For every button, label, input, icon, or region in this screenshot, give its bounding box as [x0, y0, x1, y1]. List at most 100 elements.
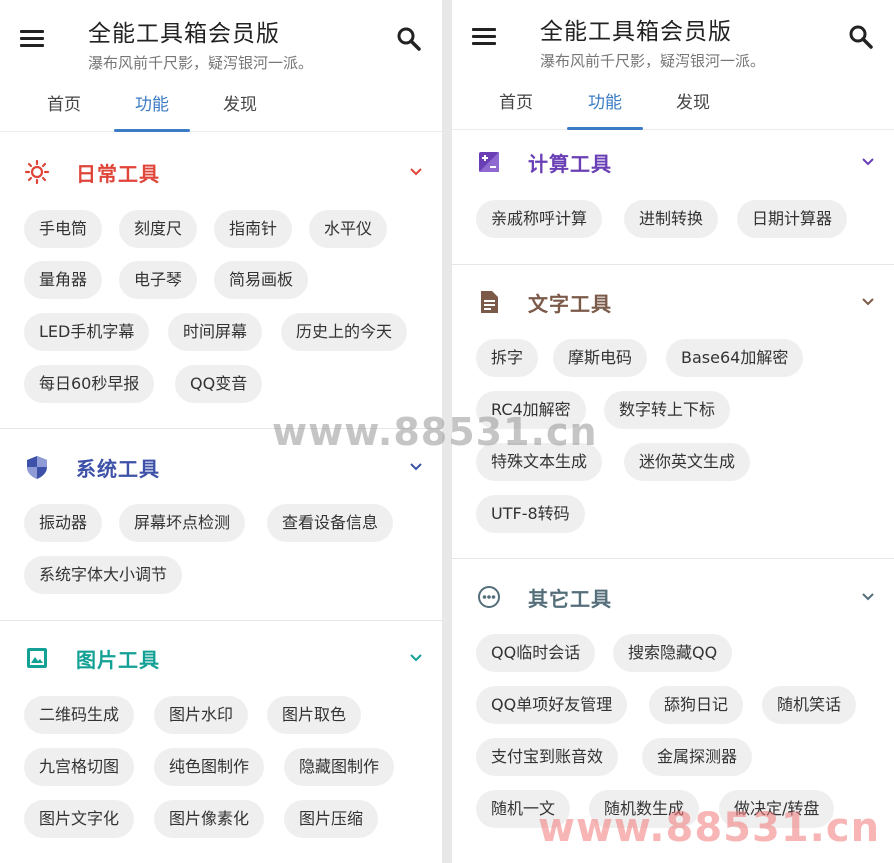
- tool-chip[interactable]: 进制转换: [624, 200, 719, 238]
- tool-chip[interactable]: 系统字体大小调节: [24, 556, 183, 594]
- chevron-down-icon[interactable]: [408, 650, 424, 666]
- tool-chip[interactable]: 舔狗日记: [649, 686, 744, 724]
- tool-chip[interactable]: 九宫格切图: [24, 748, 135, 786]
- chip-group-text-tools: 拆字 摩斯电码 Base64加解密 RC4加解密 数字转上下标 特殊文本生成 迷…: [476, 339, 884, 539]
- chip-group-daily-tools: 手电筒 刻度尺 指南针 水平仪 量角器 电子琴 简易画板 LED手机字幕 时间屏…: [24, 210, 432, 410]
- tool-chip[interactable]: 随机数生成: [589, 790, 700, 828]
- tool-chip[interactable]: 日期计算器: [737, 200, 848, 238]
- more-dots-icon: [476, 584, 502, 610]
- tool-chip[interactable]: QQ单项好友管理: [476, 686, 628, 724]
- tab-home[interactable]: 首页: [24, 82, 104, 132]
- tool-chip[interactable]: LED手机字幕: [24, 313, 150, 351]
- tool-chip[interactable]: 图片水印: [154, 696, 249, 734]
- section-divider: [452, 264, 894, 265]
- section-header-daily-tools[interactable]: 日常工具: [0, 152, 442, 192]
- section-header-system-tools[interactable]: 系统工具: [0, 447, 442, 487]
- shield-icon: [24, 454, 50, 480]
- section-title: 系统工具: [76, 457, 160, 481]
- app-title: 全能工具箱会员版: [88, 21, 280, 47]
- app-bar: 全能工具箱会员版 瀑布风前千尺影，疑泻银河一派。: [0, 0, 442, 80]
- tool-chip[interactable]: Base64加解密: [666, 339, 804, 377]
- tool-chip[interactable]: 时间屏幕: [168, 313, 263, 351]
- tool-chip[interactable]: 电子琴: [119, 261, 198, 299]
- tool-chip[interactable]: 搜索隐藏QQ: [613, 634, 733, 672]
- chevron-down-icon[interactable]: [408, 459, 424, 475]
- hamburger-menu-icon[interactable]: [20, 28, 46, 50]
- tool-chip[interactable]: QQ临时会话: [476, 634, 596, 672]
- section-divider: [0, 620, 442, 621]
- chevron-down-icon[interactable]: [860, 589, 876, 605]
- app-subtitle: 瀑布风前千尺影，疑泻银河一派。: [88, 54, 314, 72]
- left-screen: 全能工具箱会员版 瀑布风前千尺影，疑泻银河一派。 首页 功能 发现 日常工具 手…: [0, 0, 442, 863]
- tool-chip[interactable]: 拆字: [476, 339, 539, 377]
- tool-chip[interactable]: 量角器: [24, 261, 103, 299]
- tool-chip[interactable]: QQ变音: [175, 365, 263, 403]
- chevron-down-icon[interactable]: [408, 164, 424, 180]
- tool-chip[interactable]: 每日60秒早报: [24, 365, 155, 403]
- tab-bar: 首页 功能 发现: [452, 80, 894, 130]
- section-divider: [452, 558, 894, 559]
- search-icon[interactable]: [848, 24, 876, 52]
- app-title: 全能工具箱会员版: [540, 19, 732, 45]
- tool-chip[interactable]: 指南针: [214, 210, 293, 248]
- tool-chip[interactable]: 摩斯电码: [553, 339, 648, 377]
- section-title: 文字工具: [528, 292, 612, 316]
- tool-chip[interactable]: 做决定/转盘: [719, 790, 835, 828]
- tool-chip[interactable]: 金属探测器: [642, 738, 753, 776]
- tool-chip[interactable]: 图片文字化: [24, 800, 135, 838]
- tool-chip[interactable]: 隐藏图制作: [284, 748, 395, 786]
- tool-chip[interactable]: 数字转上下标: [604, 391, 731, 429]
- tool-chip[interactable]: 查看设备信息: [267, 504, 394, 542]
- tool-chip[interactable]: 二维码生成: [24, 696, 135, 734]
- app-bar: 全能工具箱会员版 瀑布风前千尺影，疑泻银河一派。: [452, 0, 894, 80]
- tool-chip[interactable]: 历史上的今天: [281, 313, 408, 351]
- title-block: 全能工具箱会员版 瀑布风前千尺影，疑泻银河一派。: [540, 12, 765, 71]
- tool-chip[interactable]: 迷你英文生成: [624, 443, 751, 481]
- right-screen: 全能工具箱会员版 瀑布风前千尺影，疑泻银河一派。 首页 功能 发现 计算工具 亲…: [452, 0, 894, 863]
- chip-group-image-tools: 二维码生成 图片水印 图片取色 九宫格切图 纯色图制作 隐藏图制作 图片文字化 …: [24, 696, 432, 863]
- tool-chip[interactable]: 亲戚称呼计算: [476, 200, 603, 238]
- tool-chip[interactable]: UTF-8转码: [476, 495, 585, 533]
- tool-chip[interactable]: 纯色图制作: [154, 748, 265, 786]
- tool-chip[interactable]: 随机一文: [476, 790, 571, 828]
- tool-chip[interactable]: 随机笑话: [762, 686, 857, 724]
- chevron-down-icon[interactable]: [860, 294, 876, 310]
- tool-chip[interactable]: 特殊文本生成: [476, 443, 603, 481]
- tool-chip[interactable]: 手电筒: [24, 210, 103, 248]
- tool-chip[interactable]: 简易画板: [214, 261, 309, 299]
- tab-discover[interactable]: 发现: [200, 82, 280, 132]
- tool-chip[interactable]: 刻度尺: [119, 210, 198, 248]
- chip-group-calc-tools: 亲戚称呼计算 进制转换 日期计算器: [476, 200, 884, 240]
- app-subtitle: 瀑布风前千尺影，疑泻银河一派。: [540, 52, 766, 70]
- chip-group-system-tools: 振动器 屏幕坏点检测 查看设备信息 系统字体大小调节: [24, 504, 432, 604]
- section-title: 计算工具: [528, 152, 612, 176]
- tool-chip[interactable]: 图片压缩: [284, 800, 379, 838]
- section-header-calc-tools[interactable]: 计算工具: [452, 142, 894, 182]
- section-header-image-tools[interactable]: 图片工具: [0, 638, 442, 678]
- tool-chip[interactable]: 支付宝到账音效: [476, 738, 619, 776]
- tool-chip[interactable]: RC4加解密: [476, 391, 586, 429]
- tab-features[interactable]: 功能: [112, 82, 192, 132]
- chevron-down-icon[interactable]: [860, 154, 876, 170]
- image-icon: [24, 645, 50, 671]
- tool-chip[interactable]: 振动器: [24, 504, 103, 542]
- tool-chip[interactable]: 图片取色: [267, 696, 362, 734]
- tool-chip[interactable]: 屏幕坏点检测: [119, 504, 246, 542]
- tab-bar: 首页 功能 发现: [0, 82, 442, 132]
- section-title: 图片工具: [76, 648, 160, 672]
- tool-chip[interactable]: 水平仪: [309, 210, 388, 248]
- tab-home[interactable]: 首页: [476, 80, 556, 130]
- title-block: 全能工具箱会员版 瀑布风前千尺影，疑泻银河一派。: [88, 14, 313, 73]
- sun-icon: [24, 159, 50, 185]
- section-header-other-tools[interactable]: 其它工具: [452, 577, 894, 617]
- chip-group-other-tools: QQ临时会话 搜索隐藏QQ QQ单项好友管理 舔狗日记 随机笑话 支付宝到账音效…: [476, 634, 884, 834]
- tool-chip[interactable]: 图片像素化: [154, 800, 265, 838]
- section-title: 其它工具: [528, 587, 612, 611]
- section-divider: [0, 428, 442, 429]
- hamburger-menu-icon[interactable]: [472, 26, 498, 48]
- calculator-icon: [476, 149, 502, 175]
- section-header-text-tools[interactable]: 文字工具: [452, 282, 894, 322]
- tab-discover[interactable]: 发现: [653, 80, 733, 130]
- search-icon[interactable]: [396, 26, 424, 54]
- tab-features[interactable]: 功能: [565, 80, 645, 130]
